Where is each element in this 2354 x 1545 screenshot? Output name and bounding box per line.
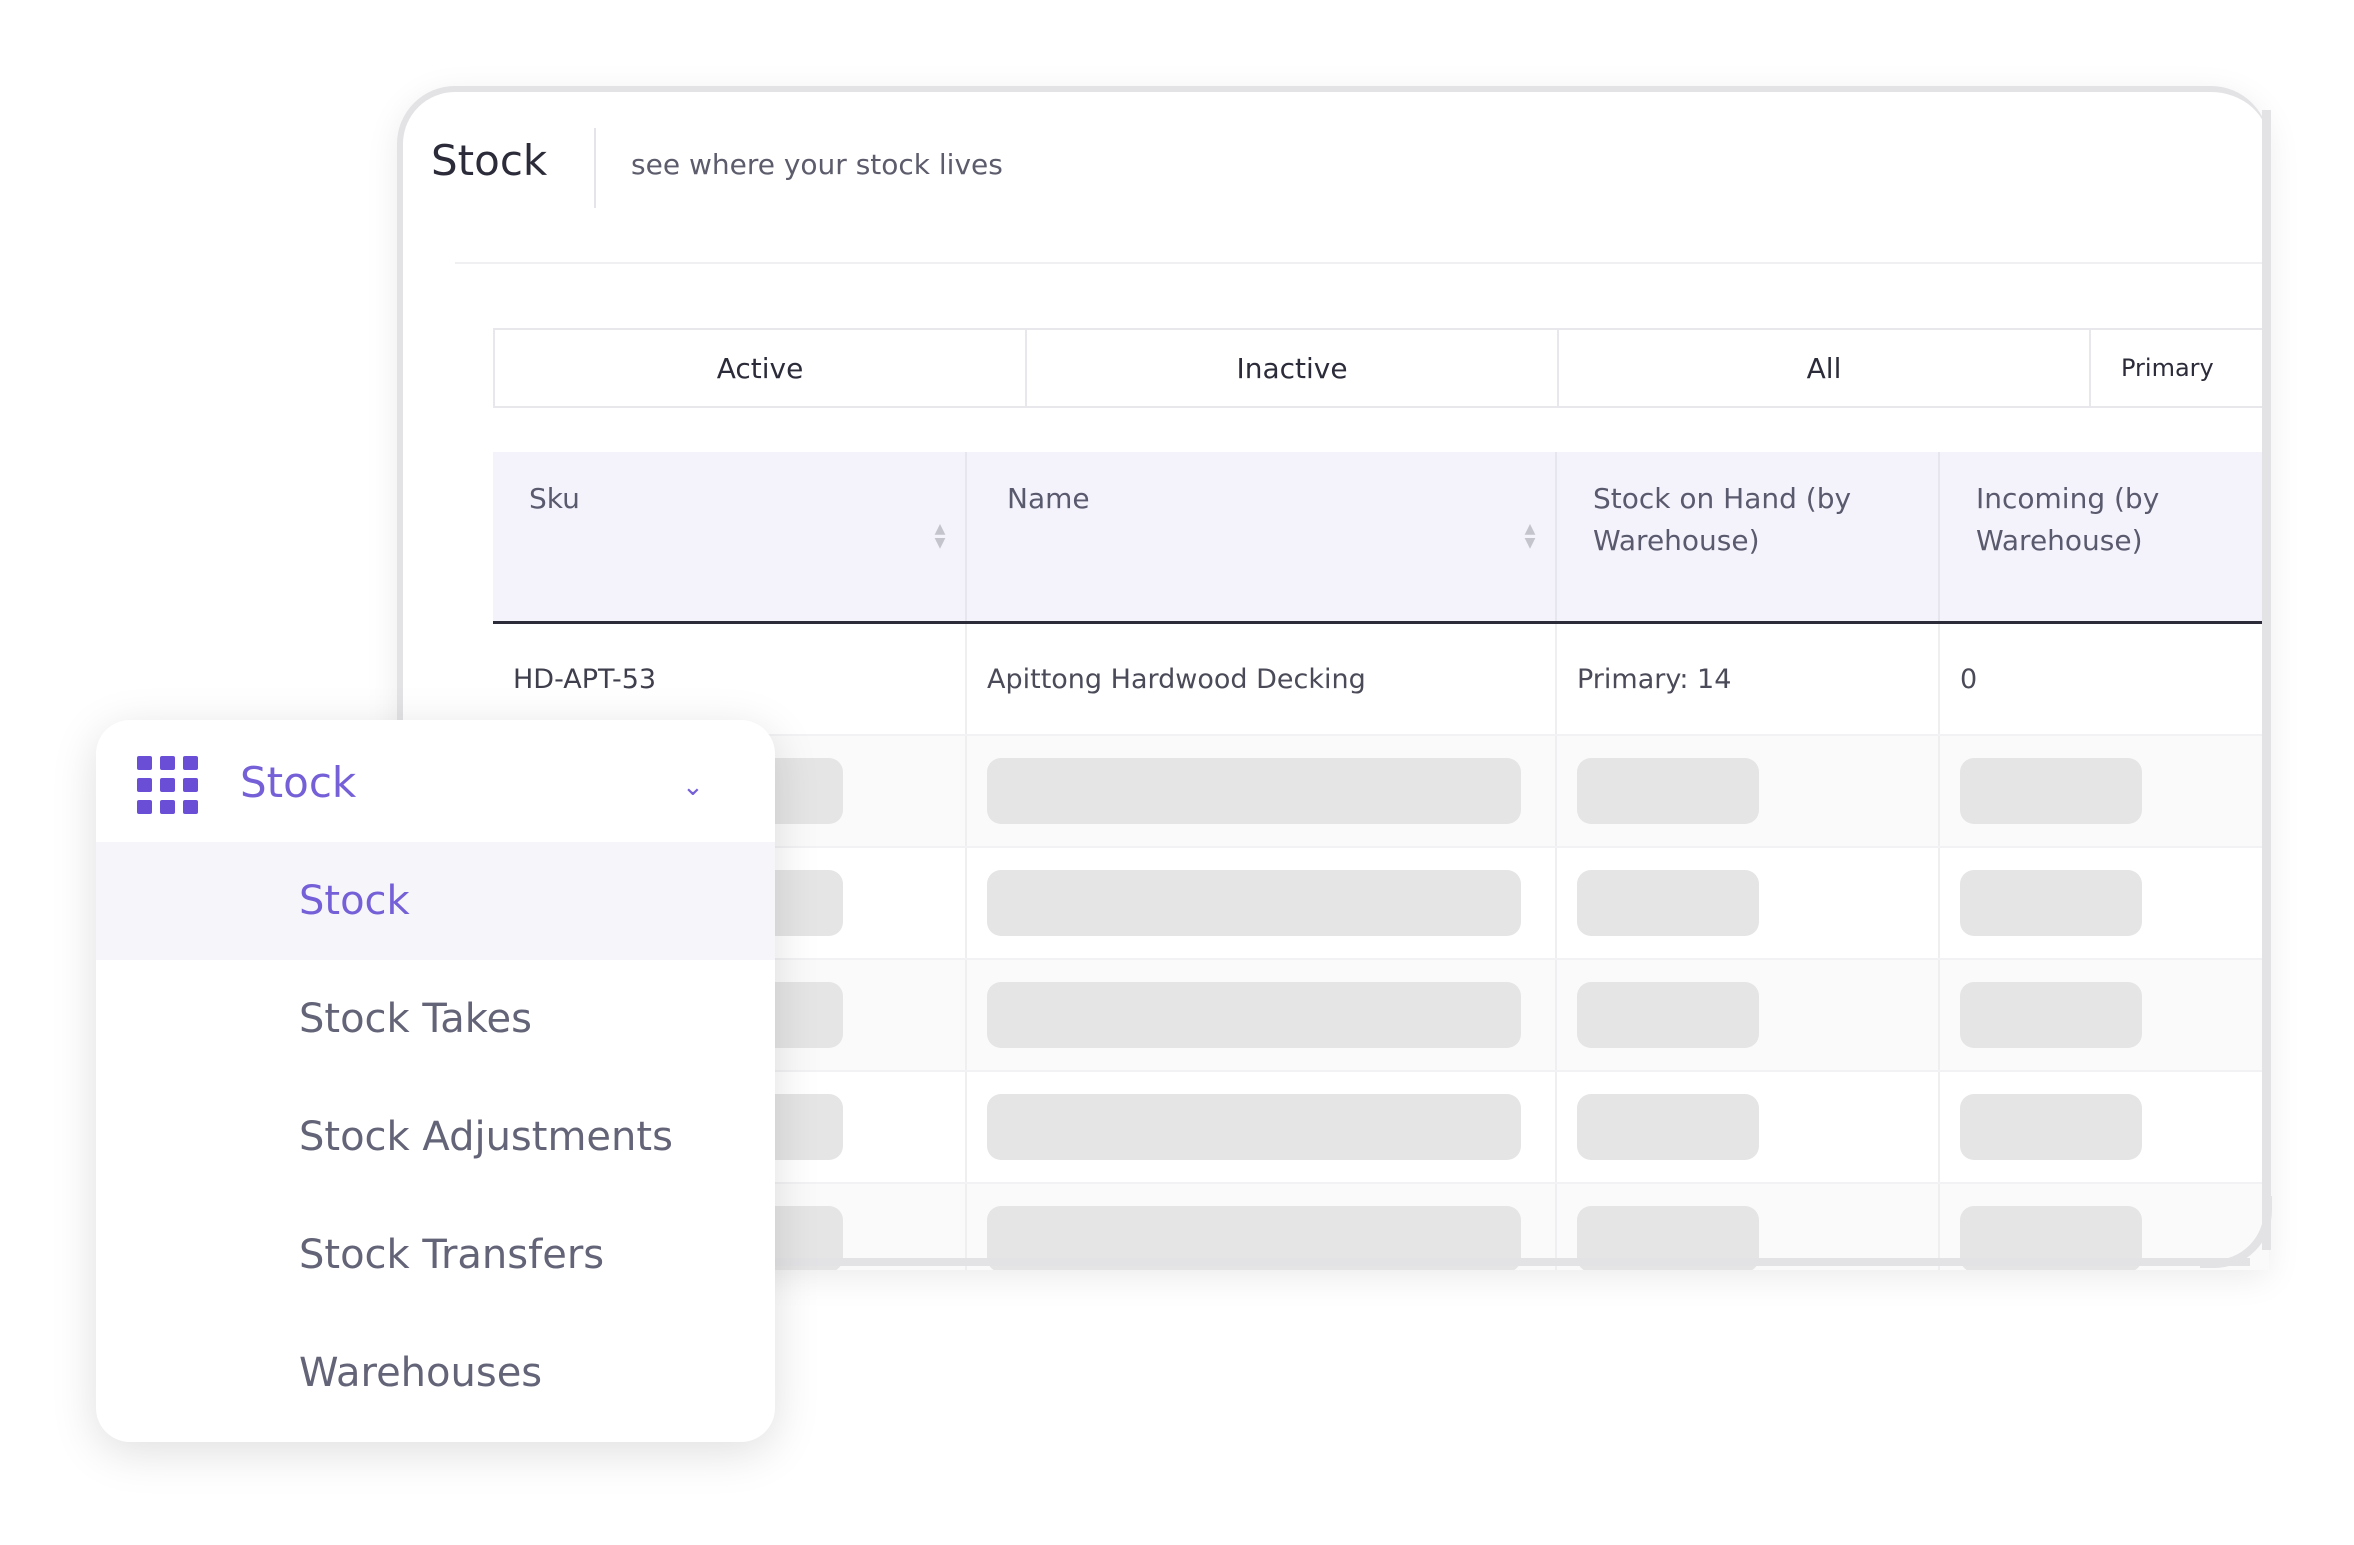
- page-header: Stock see where your stock lives: [403, 92, 2269, 262]
- tab-all[interactable]: All: [1557, 328, 2089, 408]
- nav-item-stock-takes[interactable]: Stock Takes: [96, 960, 775, 1078]
- cell-skeleton: [967, 848, 1557, 958]
- column-header-name[interactable]: Name ▲ ▼: [967, 452, 1557, 621]
- skeleton-bar: [1577, 758, 1759, 824]
- title-divider: [594, 128, 596, 208]
- cell-sku: HD-APT-53: [493, 624, 967, 734]
- nav-section-stock[interactable]: Stock ⌄: [96, 720, 775, 842]
- stock-nav-panel: Stock ⌄ Stock Stock Takes Stock Adjustme…: [96, 720, 775, 1442]
- header-divider: [455, 262, 2269, 264]
- skeleton-bar: [1577, 870, 1759, 936]
- cell-stock-on-hand: Primary: 14: [1557, 624, 1940, 734]
- nav-item-stock-transfers[interactable]: Stock Transfers: [96, 1196, 775, 1314]
- nav-item-stock-adjustments[interactable]: Stock Adjustments: [96, 1078, 775, 1196]
- skeleton-bar: [987, 1094, 1521, 1160]
- nav-section-label: Stock: [240, 758, 357, 807]
- skeleton-bar: [987, 758, 1521, 824]
- tab-inactive[interactable]: Inactive: [1025, 328, 1557, 408]
- cell-skeleton: [1940, 848, 2269, 958]
- window-frame-edge: [2262, 110, 2271, 1250]
- cell-skeleton: [967, 1072, 1557, 1182]
- column-header-label: Incoming (by Warehouse): [1976, 482, 2160, 557]
- column-header-label: Name: [1007, 482, 1090, 515]
- column-header-label: Stock on Hand (by Warehouse): [1593, 482, 1852, 557]
- column-header-sku[interactable]: Sku ▲ ▼: [493, 452, 967, 621]
- sort-icon[interactable]: ▲ ▼: [1523, 522, 1537, 552]
- tab-primary[interactable]: Primary: [2089, 328, 2269, 408]
- skeleton-bar: [1960, 982, 2142, 1048]
- cell-incoming: 0: [1960, 663, 1978, 695]
- chevron-down-icon[interactable]: ⌄: [682, 772, 704, 802]
- skeleton-bar: [1577, 1094, 1759, 1160]
- cell-skeleton: [1557, 736, 1940, 846]
- page-subtitle: see where your stock lives: [631, 148, 1003, 181]
- cell-skeleton: [1557, 960, 1940, 1070]
- cell-skeleton: [967, 960, 1557, 1070]
- column-header-incoming: Incoming (by Warehouse): [1940, 452, 2269, 621]
- skeleton-bar: [1960, 870, 2142, 936]
- cell-skeleton: [1557, 1072, 1940, 1182]
- cell-skeleton: [967, 736, 1557, 846]
- nav-item-warehouses[interactable]: Warehouses: [96, 1314, 775, 1432]
- column-header-label: Sku: [529, 482, 580, 515]
- page-title: Stock: [431, 136, 548, 185]
- tab-active[interactable]: Active: [493, 328, 1025, 408]
- skeleton-bar: [987, 870, 1521, 936]
- cell-name: Apittong Hardwood Decking: [967, 624, 1557, 734]
- grid-icon: [137, 756, 198, 814]
- status-tabs: Active Inactive All Primary: [493, 328, 2269, 408]
- table-header: Sku ▲ ▼ Name ▲ ▼ Stock on Hand (by Warehou…: [493, 452, 2269, 624]
- cell-skeleton: [1557, 848, 1940, 958]
- skeleton-bar: [1960, 1094, 2142, 1160]
- cell-skeleton: [1940, 1072, 2269, 1182]
- cell-skeleton: [1940, 736, 2269, 846]
- skeleton-bar: [1960, 758, 2142, 824]
- sort-icon[interactable]: ▲ ▼: [933, 522, 947, 552]
- column-header-stock-on-hand: Stock on Hand (by Warehouse): [1557, 452, 1940, 621]
- cell-skeleton: [1940, 960, 2269, 1070]
- nav-item-stock[interactable]: Stock: [96, 842, 775, 960]
- skeleton-bar: [1577, 982, 1759, 1048]
- skeleton-bar: [987, 982, 1521, 1048]
